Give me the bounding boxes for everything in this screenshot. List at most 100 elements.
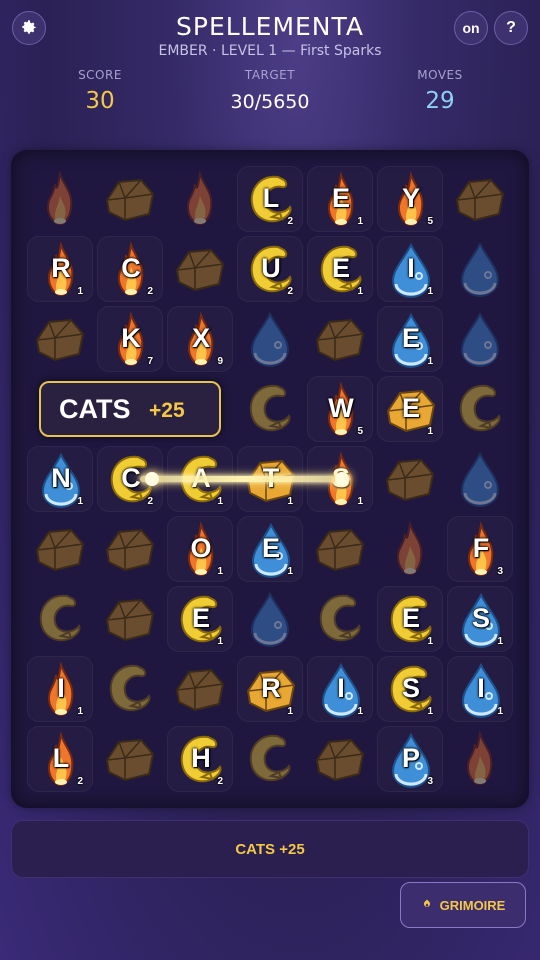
element-tile[interactable] [97,586,163,652]
letter-tile[interactable]: E1 [377,586,443,652]
tile-letter: R [261,673,281,703]
letter-tile[interactable]: O1 [167,516,233,582]
letter-tile[interactable]: R1 [27,236,93,302]
score-value: 30 [85,88,115,114]
element-tile[interactable] [97,516,163,582]
letter-tile[interactable]: N1 [27,446,93,512]
tile-points: 1 [497,636,503,647]
letter-tile[interactable]: H2 [167,726,233,792]
element-tile[interactable] [377,516,443,582]
element-tile[interactable] [307,586,373,652]
element-tile[interactable] [307,306,373,372]
letter-tile[interactable]: E1 [237,516,303,582]
tile-points: 2 [287,286,293,297]
letter-tile[interactable]: K7 [97,306,163,372]
tile-points: 1 [427,286,433,297]
tile-letter: L [52,743,70,773]
element-tile[interactable] [237,376,303,442]
moves-stat: MOVES 29 [370,68,510,114]
letter-tile[interactable]: Y5 [377,166,443,232]
tile-points: 2 [287,216,293,227]
element-tile[interactable] [237,726,303,792]
popup-word: CATS [59,394,131,424]
element-tile[interactable] [27,586,93,652]
tile-points: 9 [217,356,223,367]
target-value: 30/5650 [230,91,310,113]
tile-letter: I [57,673,65,703]
element-tile[interactable] [27,516,93,582]
letter-tile[interactable]: F3 [447,516,513,582]
element-tile[interactable] [27,306,93,372]
tile-points: 1 [427,356,433,367]
element-tile[interactable] [447,446,513,512]
element-tile[interactable] [447,306,513,372]
letter-tile[interactable]: I1 [27,656,93,722]
tile-letter: F [472,533,490,563]
element-tile[interactable] [447,236,513,302]
tile-points: 2 [147,286,153,297]
tile-points: 1 [427,426,433,437]
element-tile[interactable] [237,586,303,652]
tile-points: 2 [77,776,83,787]
element-tile[interactable] [237,306,303,372]
sound-toggle-button[interactable]: on [454,11,488,45]
tile-points: 2 [147,496,153,507]
element-tile[interactable] [97,726,163,792]
letter-tile[interactable]: W5 [307,376,373,442]
letter-tile[interactable]: E1 [307,166,373,232]
help-button[interactable]: ? [494,11,528,45]
tile-letter: U [261,253,281,283]
element-tile[interactable] [27,166,93,232]
letter-tile[interactable]: R1 [237,656,303,722]
tile-letter: I [477,673,485,703]
target-label: TARGET [244,68,296,82]
letter-tile[interactable]: E1 [307,236,373,302]
tile-points: 5 [357,426,363,437]
tile-points: 5 [427,216,433,227]
letter-tile[interactable]: X9 [167,306,233,372]
letter-tile[interactable]: L2 [237,166,303,232]
letter-tile[interactable]: S1 [447,586,513,652]
element-tile[interactable] [447,166,513,232]
tile-points: 1 [497,706,503,717]
letter-tile[interactable]: I1 [447,656,513,722]
tile-letter: E [331,253,350,283]
grimoire-label: GRIMOIRE [439,897,506,913]
target-stat: TARGET 30/5650 [200,68,340,113]
element-tile[interactable] [167,656,233,722]
letter-tile[interactable]: E1 [377,376,443,442]
tile-points: 1 [357,706,363,717]
element-tile[interactable] [97,166,163,232]
tile-letter: S [471,603,490,633]
letter-tile[interactable]: E1 [377,306,443,372]
element-tile[interactable] [97,656,163,722]
letter-tile[interactable]: I1 [377,236,443,302]
level-subtitle: EMBER · LEVEL 1 — First Sparks [158,43,382,59]
tile-points: 1 [357,216,363,227]
tile-letter: E [191,603,210,633]
tile-points: 1 [357,496,363,507]
letter-tile[interactable]: E1 [167,586,233,652]
element-tile[interactable] [167,166,233,232]
word-score-popup: CATS +25 [39,381,221,437]
element-tile[interactable] [447,726,513,792]
letter-tile[interactable]: L2 [27,726,93,792]
element-tile[interactable] [307,726,373,792]
tile-points: 1 [77,496,83,507]
element-tile[interactable] [307,516,373,582]
tile-letter: K [121,323,141,353]
tile-letter: R [51,253,71,283]
element-tile[interactable] [167,236,233,302]
letter-tile[interactable]: P3 [377,726,443,792]
element-tile[interactable] [447,376,513,442]
letter-tile[interactable]: S1 [377,656,443,722]
letter-tile[interactable]: U2 [237,236,303,302]
tile-points: 1 [357,286,363,297]
letter-tile[interactable]: I1 [307,656,373,722]
letter-tile[interactable]: C2 [97,236,163,302]
tile-letter: P [401,743,420,773]
grimoire-button[interactable]: GRIMOIRE [400,882,526,928]
tile-letter: C [121,253,141,283]
spellbook-icon [421,898,433,913]
element-tile[interactable] [377,446,443,512]
